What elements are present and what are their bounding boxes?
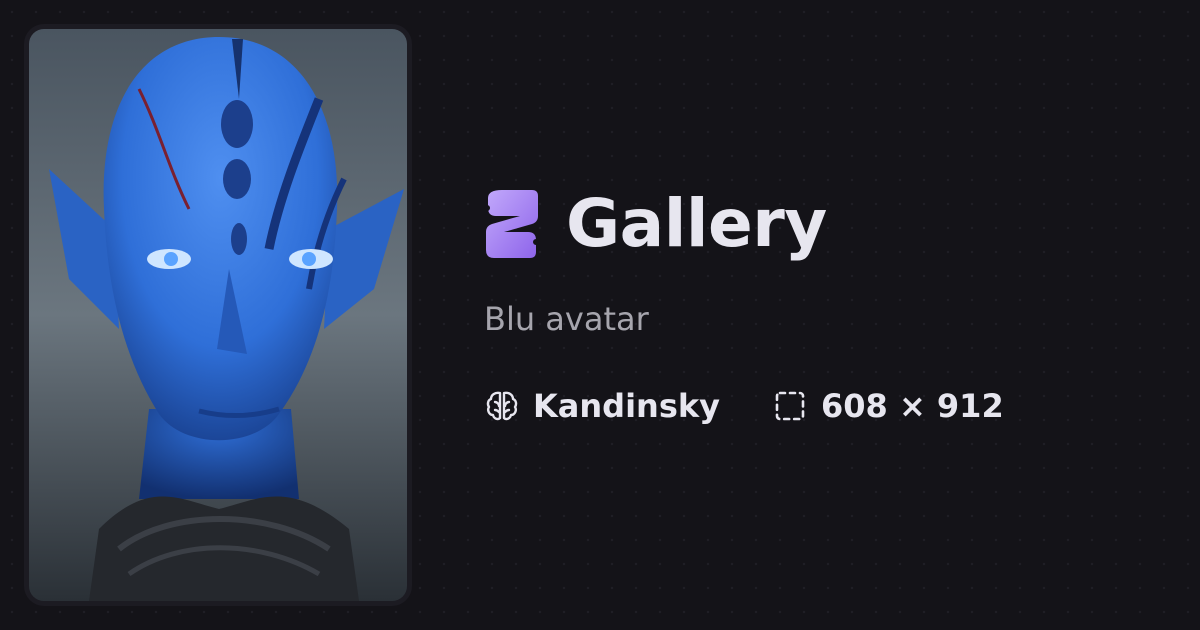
image-dimensions: 608 × 912: [821, 387, 1004, 425]
image-meta: Kandinsky 608 × 912: [484, 387, 1004, 425]
image-card[interactable]: [24, 24, 412, 606]
brain-icon: [486, 391, 518, 421]
brand[interactable]: Gallery: [484, 186, 827, 262]
image-prompt: Blu avatar: [484, 300, 649, 338]
model-info: Kandinsky: [484, 387, 720, 425]
dashed-frame-icon: [775, 391, 805, 421]
gallery-logo-icon: [484, 190, 538, 258]
info-panel: Gallery Blu avatar Kandinsky 608 × 912: [484, 0, 1184, 630]
brand-title: Gallery: [566, 185, 827, 262]
avatar-image[interactable]: [29, 29, 407, 601]
dimensions-info: 608 × 912: [772, 387, 1004, 425]
model-name: Kandinsky: [533, 387, 721, 425]
